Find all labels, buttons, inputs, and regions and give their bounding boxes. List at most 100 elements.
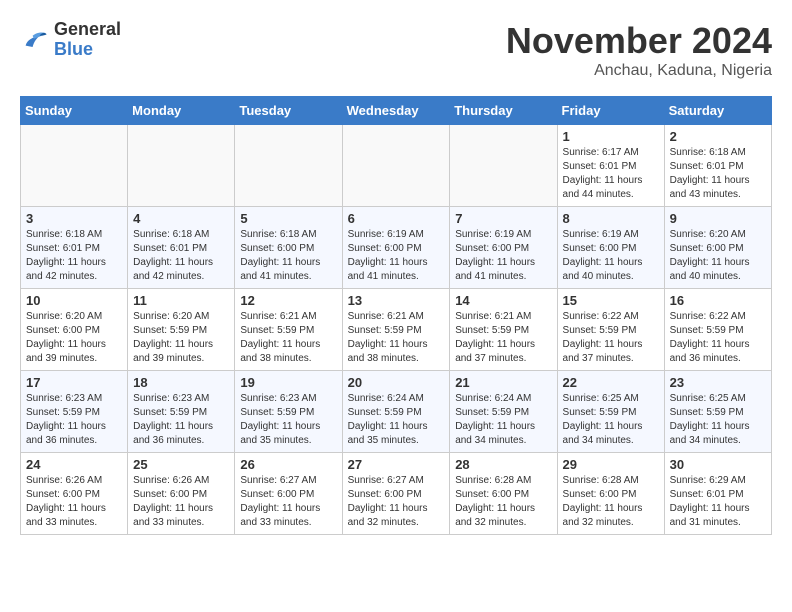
cell-info: Sunrise: 6:21 AM Sunset: 5:59 PM Dayligh… [240,310,336,366]
day-number: 14 [455,293,551,308]
title-area: November 2024 Anchau, Kaduna, Nigeria [506,20,772,80]
cell-info: Sunrise: 6:20 AM Sunset: 6:00 PM Dayligh… [670,228,766,284]
cell-info: Sunrise: 6:28 AM Sunset: 6:00 PM Dayligh… [563,474,659,530]
weekday-header: Thursday [450,97,557,125]
calendar-cell: 2 Sunrise: 6:18 AM Sunset: 6:01 PM Daylig… [664,125,771,207]
day-number: 5 [240,211,336,226]
cell-info: Sunrise: 6:18 AM Sunset: 6:01 PM Dayligh… [26,228,122,284]
cell-info: Sunrise: 6:26 AM Sunset: 6:00 PM Dayligh… [26,474,122,530]
weekday-header: Sunday [21,97,128,125]
calendar-cell: 28Sunrise: 6:28 AM Sunset: 6:00 PM Dayli… [450,453,557,535]
calendar-cell: 29 Sunrise: 6:28 AM Sunset: 6:00 PM Dayli… [557,453,664,535]
cell-info: Sunrise: 6:22 AM Sunset: 5:59 PM Dayligh… [563,310,659,366]
day-number: 15 [563,293,659,308]
day-number: 25 [133,457,229,472]
cell-info: Sunrise: 6:18 AM Sunset: 6:00 PM Dayligh… [240,228,336,284]
calendar-header-row: SundayMondayTuesdayWednesdayThursdayFrid… [21,97,772,125]
weekday-header: Saturday [664,97,771,125]
calendar-cell: 12 Sunrise: 6:21 AM Sunset: 5:59 PM Dayli… [235,289,342,371]
day-number: 20 [348,375,445,390]
day-number: 7 [455,211,551,226]
cell-info: Sunrise: 6:24 AM Sunset: 5:59 PM Dayligh… [455,392,551,448]
cell-info: Sunrise: 6:21 AM Sunset: 5:59 PM Dayligh… [348,310,445,366]
day-number: 30 [670,457,766,472]
cell-info: Sunrise: 6:20 AM Sunset: 6:00 PM Dayligh… [26,310,122,366]
calendar-cell: 22 Sunrise: 6:25 AM Sunset: 5:59 PM Dayli… [557,371,664,453]
cell-info: Sunrise: 6:29 AM Sunset: 6:01 PM Dayligh… [670,474,766,530]
cell-info: Sunrise: 6:17 AM Sunset: 6:01 PM Dayligh… [563,146,659,202]
calendar-cell: 5 Sunrise: 6:18 AM Sunset: 6:00 PM Daylig… [235,207,342,289]
month-title: November 2024 [506,20,772,62]
day-number: 23 [670,375,766,390]
day-number: 17 [26,375,122,390]
calendar-cell: 11 Sunrise: 6:20 AM Sunset: 5:59 PM Dayli… [128,289,235,371]
day-number: 22 [563,375,659,390]
calendar-cell [342,125,450,207]
cell-info: Sunrise: 6:23 AM Sunset: 5:59 PM Dayligh… [133,392,229,448]
logo-text: General Blue [54,20,121,60]
day-number: 12 [240,293,336,308]
day-number: 28 [455,457,551,472]
calendar-cell: 27 Sunrise: 6:27 AM Sunset: 6:00 PM Dayli… [342,453,450,535]
day-number: 10 [26,293,122,308]
calendar-cell: 7 Sunrise: 6:19 AM Sunset: 6:00 PM Daylig… [450,207,557,289]
day-number: 9 [670,211,766,226]
calendar-week-row: 24Sunrise: 6:26 AM Sunset: 6:00 PM Dayli… [21,453,772,535]
cell-info: Sunrise: 6:26 AM Sunset: 6:00 PM Dayligh… [133,474,229,530]
calendar-cell: 10 Sunrise: 6:20 AM Sunset: 6:00 PM Dayli… [21,289,128,371]
calendar-cell: 18Sunrise: 6:23 AM Sunset: 5:59 PM Dayli… [128,371,235,453]
calendar-cell: 23 Sunrise: 6:25 AM Sunset: 5:59 PM Dayli… [664,371,771,453]
calendar-week-row: 3 Sunrise: 6:18 AM Sunset: 6:01 PM Daylig… [21,207,772,289]
calendar-cell [128,125,235,207]
day-number: 27 [348,457,445,472]
cell-info: Sunrise: 6:25 AM Sunset: 5:59 PM Dayligh… [670,392,766,448]
day-number: 29 [563,457,659,472]
calendar-cell: 3 Sunrise: 6:18 AM Sunset: 6:01 PM Daylig… [21,207,128,289]
cell-info: Sunrise: 6:22 AM Sunset: 5:59 PM Dayligh… [670,310,766,366]
calendar-cell: 20 Sunrise: 6:24 AM Sunset: 5:59 PM Dayli… [342,371,450,453]
day-number: 1 [563,129,659,144]
day-number: 16 [670,293,766,308]
calendar-cell: 21 Sunrise: 6:24 AM Sunset: 5:59 PM Dayli… [450,371,557,453]
calendar-cell: 4 Sunrise: 6:18 AM Sunset: 6:01 PM Daylig… [128,207,235,289]
cell-info: Sunrise: 6:27 AM Sunset: 6:00 PM Dayligh… [240,474,336,530]
day-number: 19 [240,375,336,390]
cell-info: Sunrise: 6:27 AM Sunset: 6:00 PM Dayligh… [348,474,445,530]
calendar-cell: 15 Sunrise: 6:22 AM Sunset: 5:59 PM Dayli… [557,289,664,371]
calendar-table: SundayMondayTuesdayWednesdayThursdayFrid… [20,96,772,535]
calendar-cell: 19Sunrise: 6:23 AM Sunset: 5:59 PM Dayli… [235,371,342,453]
cell-info: Sunrise: 6:21 AM Sunset: 5:59 PM Dayligh… [455,310,551,366]
cell-info: Sunrise: 6:24 AM Sunset: 5:59 PM Dayligh… [348,392,445,448]
cell-info: Sunrise: 6:23 AM Sunset: 5:59 PM Dayligh… [26,392,122,448]
cell-info: Sunrise: 6:19 AM Sunset: 6:00 PM Dayligh… [563,228,659,284]
calendar-cell: 6 Sunrise: 6:19 AM Sunset: 6:00 PM Daylig… [342,207,450,289]
day-number: 3 [26,211,122,226]
day-number: 2 [670,129,766,144]
calendar-cell: 17 Sunrise: 6:23 AM Sunset: 5:59 PM Dayli… [21,371,128,453]
calendar-week-row: 1 Sunrise: 6:17 AM Sunset: 6:01 PM Daylig… [21,125,772,207]
cell-info: Sunrise: 6:18 AM Sunset: 6:01 PM Dayligh… [133,228,229,284]
day-number: 6 [348,211,445,226]
calendar-cell: 14 Sunrise: 6:21 AM Sunset: 5:59 PM Dayli… [450,289,557,371]
calendar-cell [450,125,557,207]
calendar-cell: 26Sunrise: 6:27 AM Sunset: 6:00 PM Dayli… [235,453,342,535]
weekday-header: Friday [557,97,664,125]
logo-general: General [54,20,121,40]
day-number: 8 [563,211,659,226]
cell-info: Sunrise: 6:20 AM Sunset: 5:59 PM Dayligh… [133,310,229,366]
cell-info: Sunrise: 6:25 AM Sunset: 5:59 PM Dayligh… [563,392,659,448]
cell-info: Sunrise: 6:18 AM Sunset: 6:01 PM Dayligh… [670,146,766,202]
weekday-header: Tuesday [235,97,342,125]
calendar-week-row: 10 Sunrise: 6:20 AM Sunset: 6:00 PM Dayli… [21,289,772,371]
calendar-cell: 24Sunrise: 6:26 AM Sunset: 6:00 PM Dayli… [21,453,128,535]
day-number: 21 [455,375,551,390]
cell-info: Sunrise: 6:19 AM Sunset: 6:00 PM Dayligh… [348,228,445,284]
cell-info: Sunrise: 6:19 AM Sunset: 6:00 PM Dayligh… [455,228,551,284]
day-number: 4 [133,211,229,226]
location: Anchau, Kaduna, Nigeria [506,62,772,80]
calendar-cell: 25 Sunrise: 6:26 AM Sunset: 6:00 PM Dayli… [128,453,235,535]
calendar-cell [235,125,342,207]
calendar-cell [21,125,128,207]
logo-bird-icon [20,26,48,54]
day-number: 11 [133,293,229,308]
